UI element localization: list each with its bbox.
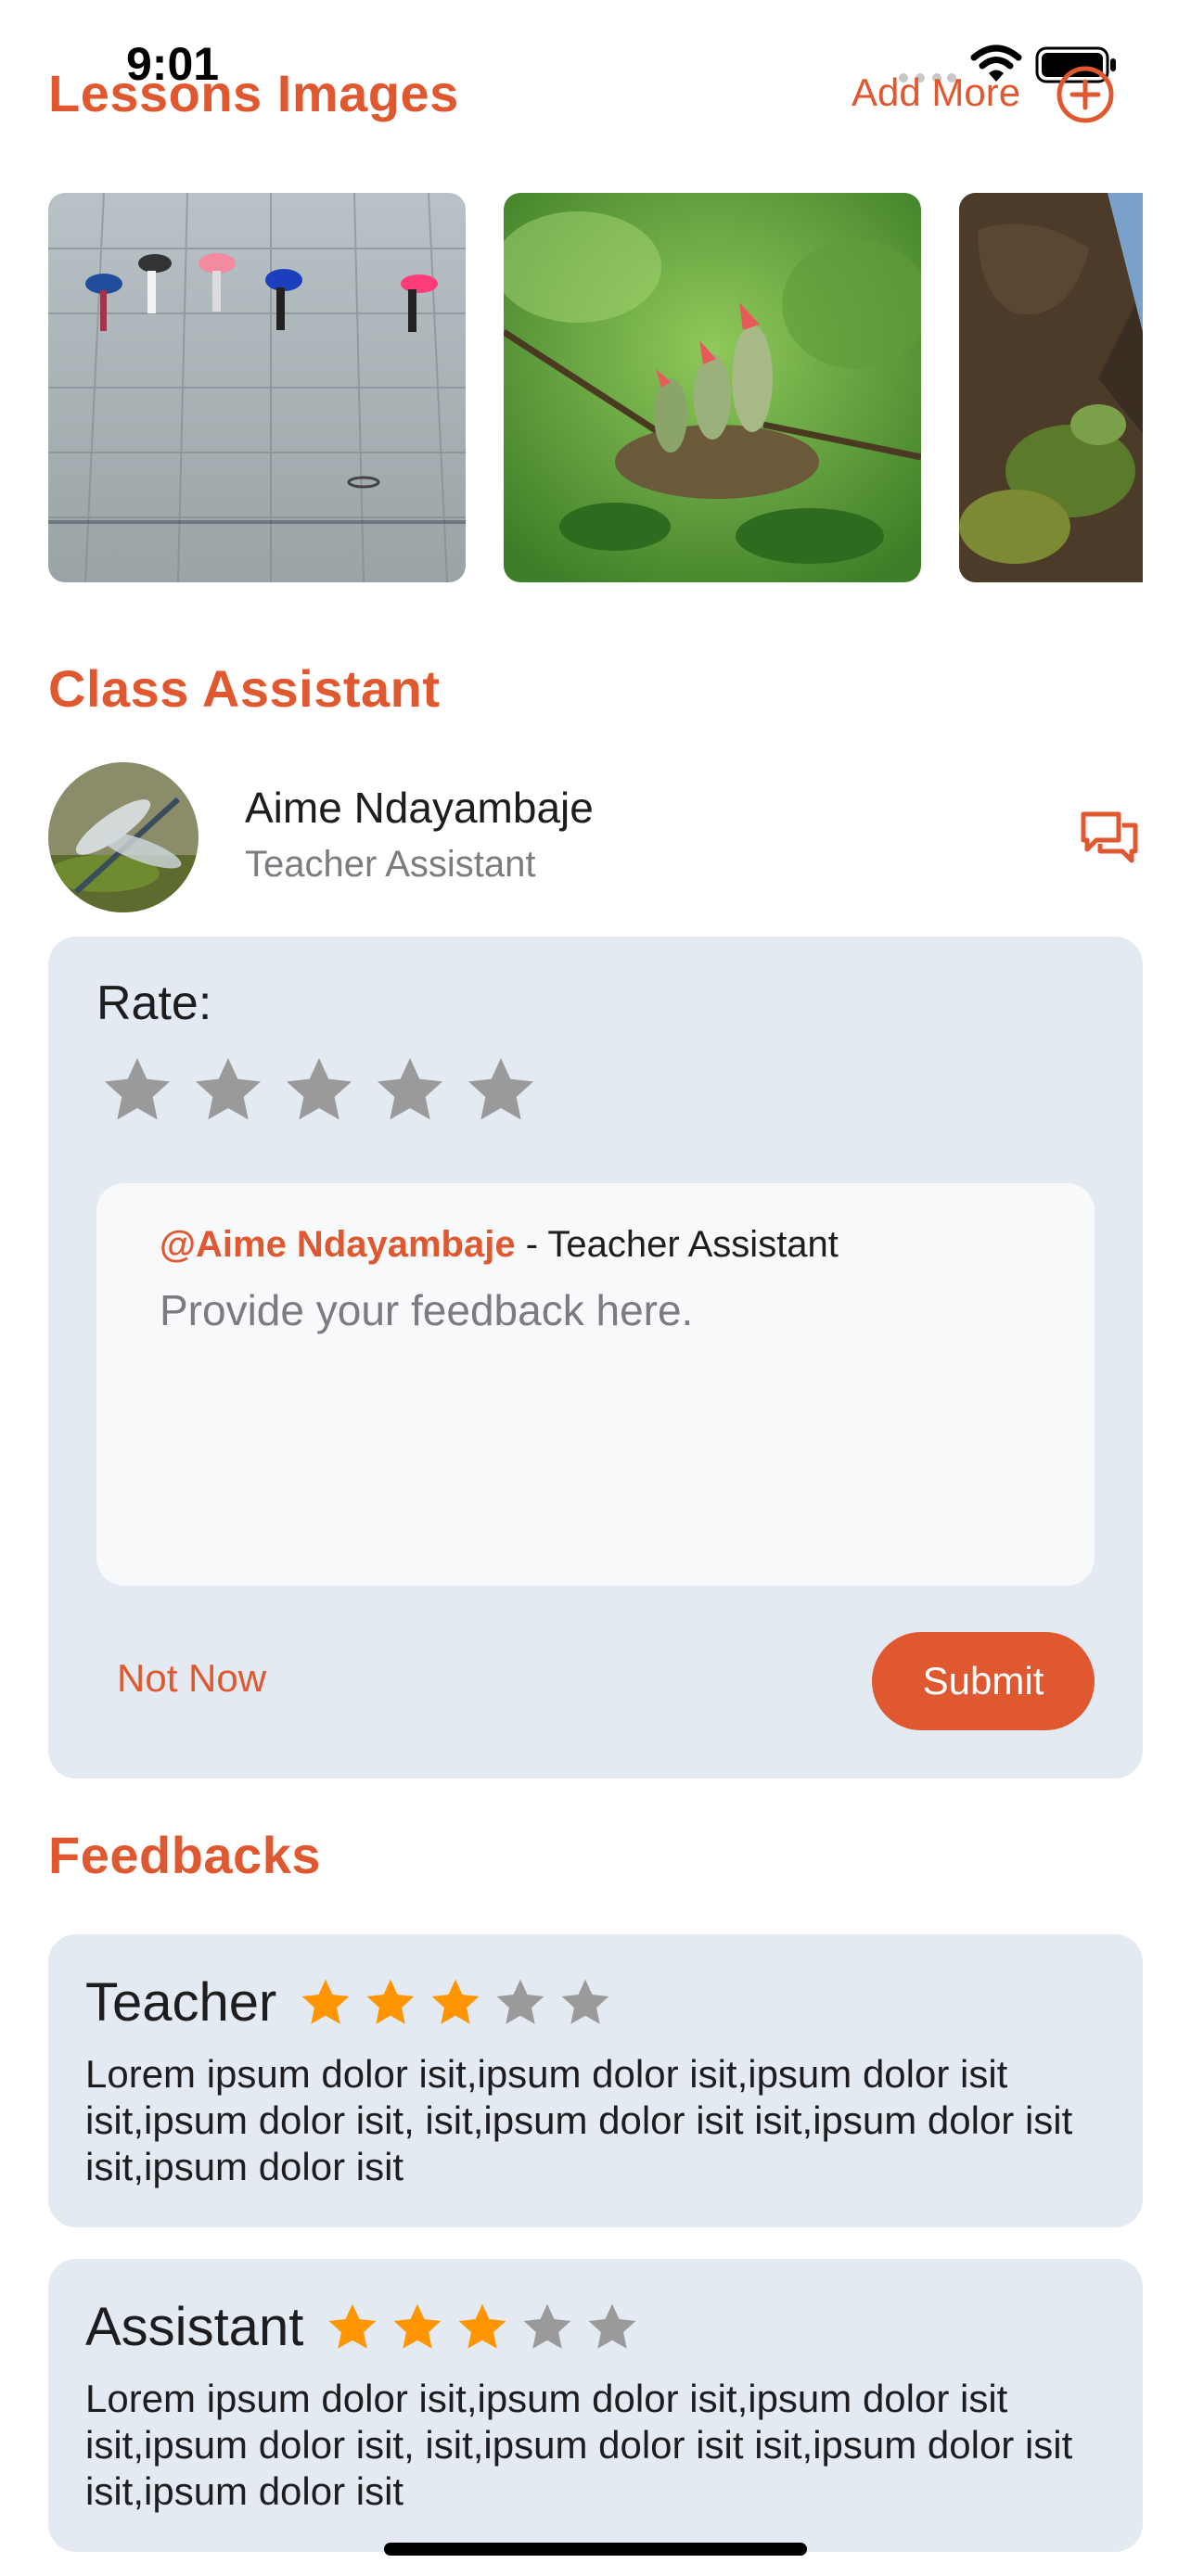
- rate-card: Rate: @Aime Ndayambaje - Teacher Assista…: [48, 937, 1143, 1779]
- add-more-link[interactable]: Add More: [852, 70, 1020, 115]
- star-icon[interactable]: [282, 1053, 356, 1128]
- class-assistant-title: Class Assistant: [48, 659, 441, 718]
- assistant-name: Aime Ndayambaje: [245, 784, 594, 832]
- avatar[interactable]: [48, 762, 198, 912]
- not-now-button[interactable]: Not Now: [117, 1656, 266, 1701]
- star-filled-icon: [366, 1979, 415, 2024]
- feedback-card-assistant: Assistant Lorem ipsum dolor isit,ipsum d…: [48, 2259, 1143, 2552]
- feedback-box: @Aime Ndayambaje - Teacher Assistant: [96, 1183, 1095, 1586]
- lesson-image-umbrellas[interactable]: [48, 193, 466, 582]
- star-icon[interactable]: [191, 1053, 265, 1128]
- assistant-role: Teacher Assistant: [245, 844, 536, 885]
- star-empty-icon: [588, 2303, 636, 2349]
- star-filled-icon: [301, 1979, 350, 2024]
- feedback-text: Lorem ipsum dolor isit,ipsum dolor isit,…: [85, 2052, 1073, 2188]
- star-empty-icon: [523, 2303, 571, 2349]
- rate-stars: [100, 1053, 538, 1128]
- feedbacks-title: Feedbacks: [48, 1826, 321, 1884]
- feedback-text: Lorem ipsum dolor isit,ipsum dolor isit,…: [85, 2377, 1073, 2513]
- lesson-image-cliff[interactable]: [959, 193, 1143, 582]
- star-icon[interactable]: [373, 1053, 447, 1128]
- feedback-card-teacher: Teacher Lorem ipsum dolor isit,ipsum dol…: [48, 1934, 1143, 2227]
- feedback-title: Assistant: [85, 2297, 304, 2357]
- submit-button[interactable]: Submit: [872, 1632, 1095, 1730]
- feedback-rating: [299, 1976, 612, 2030]
- mention-name: @Aime Ndayambaje: [160, 1224, 516, 1265]
- star-icon[interactable]: [464, 1053, 538, 1128]
- star-icon[interactable]: [100, 1053, 174, 1128]
- star-filled-icon: [328, 2303, 377, 2349]
- feedback-input[interactable]: [160, 1285, 1031, 1554]
- home-indicator: [384, 2543, 807, 2556]
- add-circle-icon[interactable]: [1056, 65, 1115, 124]
- lesson-image-bird-nest[interactable]: [504, 193, 921, 582]
- star-empty-icon: [561, 1979, 609, 2024]
- mention-line: @Aime Ndayambaje - Teacher Assistant: [160, 1224, 839, 1266]
- page-title: Lessons Images: [48, 64, 459, 122]
- mention-role: - Teacher Assistant: [515, 1224, 839, 1265]
- chat-icon[interactable]: [1080, 810, 1139, 866]
- rate-label: Rate:: [96, 976, 212, 1030]
- feedback-rating: [326, 2301, 639, 2354]
- star-filled-icon: [458, 2303, 506, 2349]
- star-empty-icon: [496, 1979, 544, 2024]
- star-filled-icon: [431, 1979, 480, 2024]
- star-filled-icon: [393, 2303, 442, 2349]
- feedback-title: Teacher: [85, 1972, 277, 2033]
